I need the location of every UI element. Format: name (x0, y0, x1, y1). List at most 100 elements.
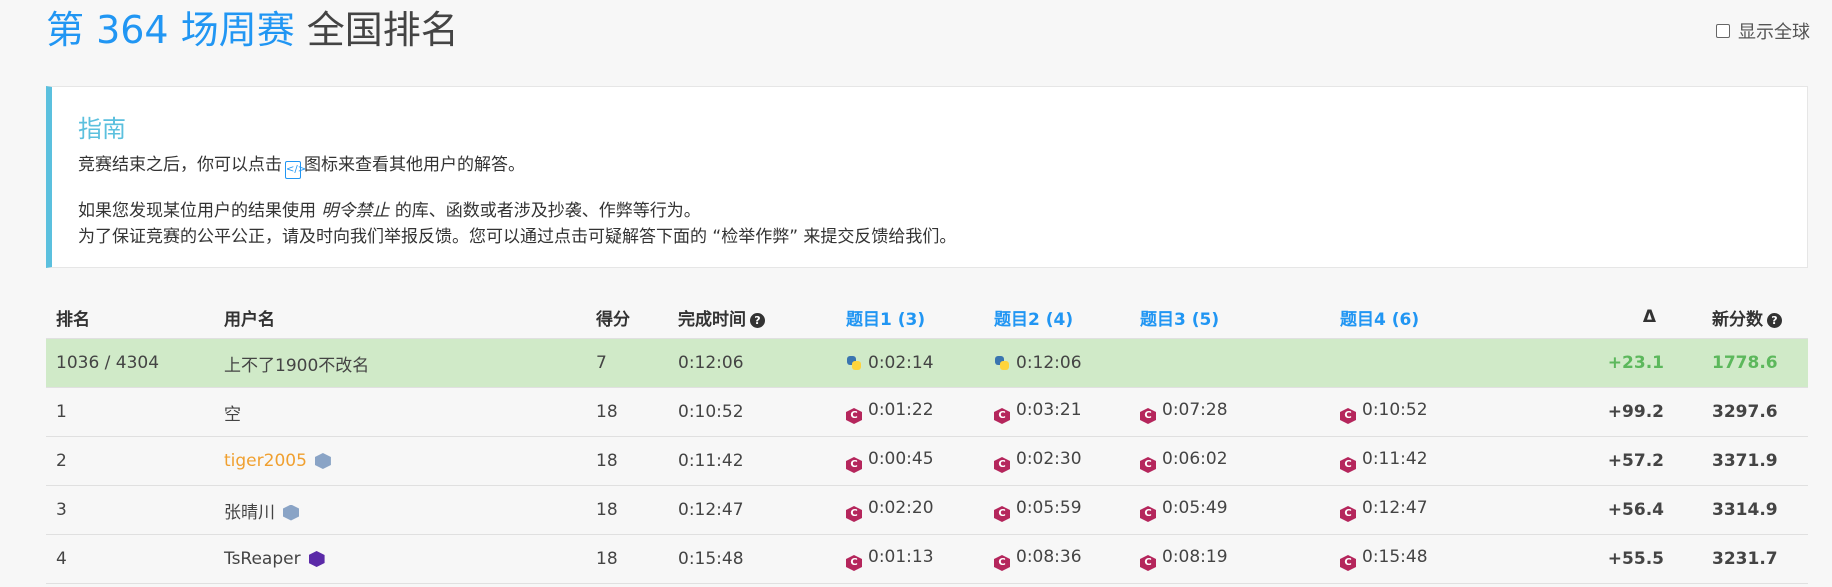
finish-cell: 0:12:06 (678, 338, 846, 388)
header-q1[interactable]: 题目1 (3) (846, 296, 994, 339)
header-q2[interactable]: 题目2 (4) (994, 296, 1140, 339)
q4-time: 0:10:52 (1362, 400, 1428, 420)
user-cell[interactable]: 张晴川 (224, 485, 596, 535)
header-q3[interactable]: 题目3 (5) (1140, 296, 1340, 339)
q2-cell[interactable]: C 0:03:21 (994, 387, 1140, 437)
username[interactable]: 张晴川 (224, 503, 275, 523)
q4-cell[interactable]: C 0:11:42 (1340, 436, 1520, 486)
guide-line-2: 如果您发现某位用户的结果使用 明令禁止 的库、函数或者涉及抄袭、作弊等行为。 (78, 196, 701, 221)
q2-time: 0:03:21 (1016, 400, 1082, 420)
cpp-icon[interactable]: C (1140, 457, 1156, 473)
score-cell: 18 (596, 485, 678, 535)
q1-time: 0:02:14 (868, 353, 934, 373)
q3-cell[interactable]: C 0:06:02 (1140, 436, 1340, 486)
python-icon[interactable] (994, 355, 1010, 371)
q4-cell[interactable]: C 0:10:52 (1340, 387, 1520, 437)
username[interactable]: 空 (224, 405, 241, 425)
guide-text: 如果您发现某位用户的结果使用 (78, 201, 316, 221)
cpp-icon[interactable]: C (994, 506, 1010, 522)
cpp-icon[interactable]: C (1340, 408, 1356, 424)
q3-cell[interactable]: C 0:05:49 (1140, 485, 1340, 535)
q2-cell[interactable]: 0:12:06 (994, 338, 1140, 388)
q1-cell[interactable]: C 0:00:45 (846, 436, 994, 486)
q3-cell[interactable]: C 0:07:28 (1140, 387, 1340, 437)
cpp-icon[interactable]: C (846, 555, 862, 571)
q2-cell[interactable]: C 0:02:30 (994, 436, 1140, 486)
cpp-icon[interactable]: C (994, 408, 1010, 424)
cpp-icon[interactable]: C (846, 408, 862, 424)
q1-time: 0:01:13 (868, 547, 934, 567)
rank-cell: 3 (46, 485, 224, 535)
python-icon[interactable] (846, 355, 862, 371)
q3-cell[interactable]: C 0:08:19 (1140, 534, 1340, 584)
code-icon: </> (285, 161, 306, 179)
username[interactable]: tiger2005 (224, 451, 307, 471)
guide-panel: 指南 竞赛结束之后，你可以点击 </>图标来查看其他用户的解答。 如果您发现某位用… (46, 86, 1808, 268)
new-score-cell: 1778.6 (1680, 338, 1808, 388)
cpp-icon[interactable]: C (846, 506, 862, 522)
cpp-icon[interactable]: C (1340, 506, 1356, 522)
cpp-icon[interactable]: C (1140, 555, 1156, 571)
rank-cell: 1036 / 4304 (46, 338, 224, 388)
checkbox[interactable] (1716, 24, 1730, 38)
score-cell: 7 (596, 338, 678, 388)
header-score: 得分 (596, 296, 678, 339)
knight-badge-icon (308, 551, 325, 567)
table-row: 1 空 18 0:10:52 C 0:01:22 C 0:03:21 C 0:07:2… (46, 387, 1808, 437)
cpp-icon[interactable]: C (1140, 506, 1156, 522)
user-cell[interactable]: TsReaper (224, 534, 596, 584)
q1-cell[interactable]: 0:02:14 (846, 338, 994, 388)
header-new-score: 新分数? (1680, 296, 1808, 339)
header-q4[interactable]: 题目4 (6) (1340, 296, 1520, 339)
cpp-icon[interactable]: C (1340, 457, 1356, 473)
header-delta: Δ (1520, 296, 1680, 339)
header-finish-time: 完成时间? (678, 296, 846, 339)
help-icon[interactable]: ? (750, 312, 765, 328)
q1-time: 0:00:45 (868, 449, 934, 469)
contest-name[interactable]: 第 364 场周赛 (46, 8, 295, 52)
delta-cell: +57.2 (1520, 436, 1680, 486)
rank-cell: 4 (46, 534, 224, 584)
q3-time: 0:05:49 (1162, 498, 1228, 518)
q2-cell[interactable]: C 0:08:36 (994, 534, 1140, 584)
user-cell[interactable]: tiger2005 (224, 436, 596, 486)
cpp-icon[interactable]: C (846, 457, 862, 473)
guide-line-1: 竞赛结束之后，你可以点击 </>图标来查看其他用户的解答。 (78, 150, 525, 179)
q1-time: 0:02:20 (868, 498, 934, 518)
guardian-badge-icon (314, 453, 331, 469)
q2-time: 0:08:36 (1016, 547, 1082, 567)
cpp-icon[interactable]: C (994, 457, 1010, 473)
q1-cell[interactable]: C 0:01:22 (846, 387, 994, 437)
cpp-icon[interactable]: C (1340, 555, 1356, 571)
ranking-table: 排名 用户名 得分 完成时间? 题目1 (3) 题目2 (4) 题目3 (5) … (46, 296, 1808, 584)
username[interactable]: TsReaper (224, 549, 301, 569)
new-score-cell: 3371.9 (1680, 436, 1808, 486)
guardian-badge-icon (283, 504, 299, 521)
title-suffix: 全国排名 (306, 8, 459, 52)
table-row: 4 TsReaper 18 0:15:48 C 0:01:13 C 0:08:36 … (46, 534, 1808, 584)
q4-cell[interactable]: C 0:12:47 (1340, 485, 1520, 535)
q1-cell[interactable]: C 0:02:20 (846, 485, 994, 535)
q2-time: 0:12:06 (1016, 353, 1082, 373)
help-icon[interactable]: ? (1767, 312, 1782, 328)
rank-cell: 1 (46, 387, 224, 437)
cpp-icon[interactable]: C (1140, 408, 1156, 424)
q1-cell[interactable]: C 0:01:13 (846, 534, 994, 584)
user-cell[interactable]: 空 (224, 387, 596, 437)
table-row: 3 张晴川 18 0:12:47 C 0:02:20 C 0:05:59 C 0:05… (46, 485, 1808, 535)
finish-cell: 0:10:52 (678, 387, 846, 437)
user-cell[interactable]: 上不了1900不改名 (224, 338, 596, 388)
username[interactable]: 上不了1900不改名 (224, 356, 369, 376)
header-finish-label: 完成时间 (678, 309, 746, 330)
q2-time: 0:02:30 (1016, 449, 1082, 469)
q2-cell[interactable]: C 0:05:59 (994, 485, 1140, 535)
show-global-toggle[interactable]: 显示全球 (1716, 18, 1810, 44)
q3-cell (1140, 338, 1340, 388)
cpp-icon[interactable]: C (994, 555, 1010, 571)
q4-time: 0:11:42 (1362, 449, 1428, 469)
table-row: 2 tiger2005 18 0:11:42 C 0:00:45 C 0:02:30… (46, 436, 1808, 486)
q4-cell[interactable]: C 0:15:48 (1340, 534, 1520, 584)
header-rank: 排名 (46, 296, 224, 339)
finish-cell: 0:12:47 (678, 485, 846, 535)
q3-time: 0:08:19 (1162, 547, 1228, 567)
